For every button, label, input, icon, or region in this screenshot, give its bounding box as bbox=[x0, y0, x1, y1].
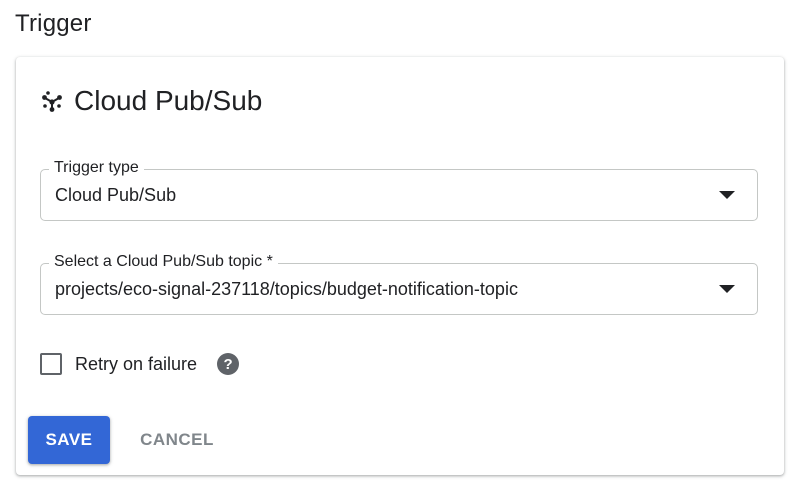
retry-label[interactable]: Retry on failure bbox=[75, 354, 197, 375]
cancel-button[interactable]: CANCEL bbox=[128, 416, 226, 464]
topic-value: projects/eco-signal-237118/topics/budget… bbox=[55, 279, 518, 299]
pubsub-icon bbox=[41, 90, 63, 112]
card-title: Cloud Pub/Sub bbox=[74, 85, 263, 116]
retry-checkbox[interactable] bbox=[40, 353, 62, 375]
dropdown-arrow-icon[interactable] bbox=[719, 285, 735, 293]
trigger-type-label: Trigger type bbox=[49, 159, 144, 177]
trigger-card: Cloud Pub/Sub Trigger type Cloud Pub/Sub… bbox=[16, 57, 784, 475]
topic-select[interactable]: Select a Cloud Pub/Sub topic * projects/… bbox=[40, 253, 758, 315]
dropdown-arrow-icon[interactable] bbox=[719, 191, 735, 199]
retry-row: Retry on failure ? bbox=[40, 353, 240, 375]
save-button[interactable]: SAVE bbox=[28, 416, 110, 464]
section-title: Trigger bbox=[15, 10, 92, 37]
trigger-page: Trigger Cloud Pub/Sub Trigger type Cloud… bbox=[0, 0, 799, 497]
help-circle-icon[interactable]: ? bbox=[217, 353, 240, 375]
card-header: Cloud Pub/Sub bbox=[41, 85, 262, 117]
trigger-type-value: Cloud Pub/Sub bbox=[55, 185, 177, 205]
topic-label: Select a Cloud Pub/Sub topic * bbox=[49, 253, 278, 271]
trigger-type-select[interactable]: Trigger type Cloud Pub/Sub bbox=[40, 159, 758, 221]
